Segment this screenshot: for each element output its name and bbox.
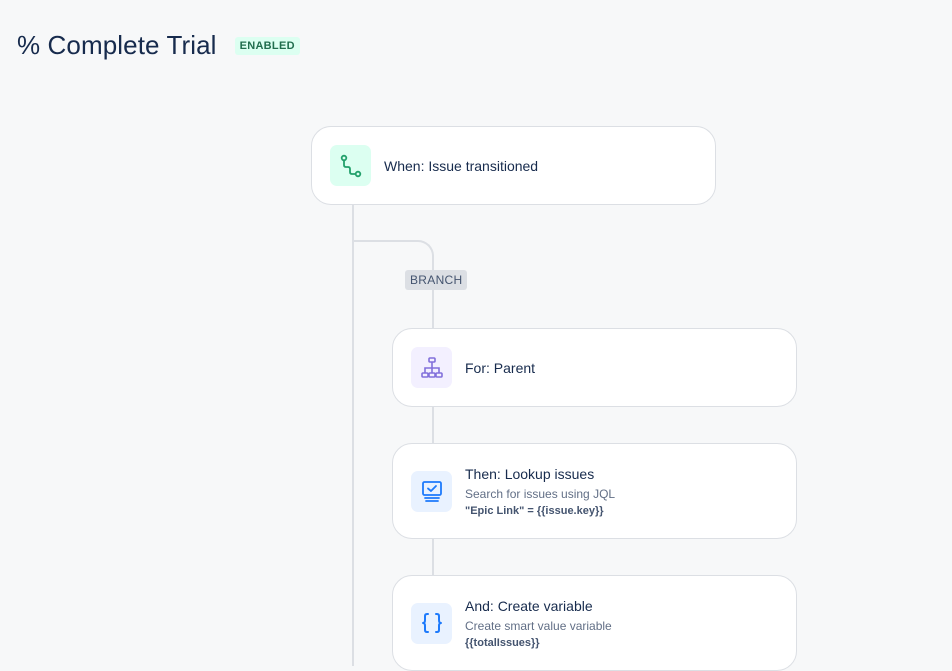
lookup-issues-card[interactable]: Then: Lookup issues Search for issues us…	[392, 443, 797, 539]
branch-connector-line-3	[432, 538, 434, 576]
branch-label: BRANCH	[405, 270, 468, 290]
hierarchy-icon	[411, 347, 452, 388]
create-variable-title: And: Create variable	[465, 597, 593, 614]
lookup-title: Then: Lookup issues	[465, 465, 595, 482]
trigger-card-text: When: Issue transitioned	[384, 158, 538, 174]
page-title: % Complete Trial	[17, 30, 217, 60]
branch-for-card[interactable]: For: Parent	[392, 328, 797, 407]
page-header: % Complete Trial ENABLED	[17, 30, 300, 61]
branch-for-title: For: Parent	[465, 359, 536, 376]
create-variable-card-text: And: Create variable Create smart value …	[465, 598, 612, 649]
create-variable-subtitle: Create smart value variable	[465, 618, 612, 633]
trigger-card[interactable]: When: Issue transitioned	[311, 126, 716, 205]
branch-connector-line-2	[432, 406, 434, 444]
lookup-jql: "Epic Link" = {{issue.key}}	[465, 504, 604, 517]
branch-connector-line-1	[432, 290, 434, 329]
create-variable-card[interactable]: And: Create variable Create smart value …	[392, 575, 797, 671]
trigger-title: When: Issue transitioned	[384, 157, 539, 174]
lookup-monitor-icon	[411, 470, 452, 512]
branch-for-card-text: For: Parent	[465, 360, 535, 376]
create-variable-code: {{totalIssues}}	[465, 636, 540, 649]
lookup-card-text: Then: Lookup issues Search for issues us…	[465, 466, 615, 517]
status-badge: ENABLED	[234, 36, 300, 55]
transition-path-icon	[330, 145, 371, 186]
curly-braces-icon	[411, 602, 452, 644]
lookup-subtitle: Search for issues using JQL	[465, 486, 616, 501]
